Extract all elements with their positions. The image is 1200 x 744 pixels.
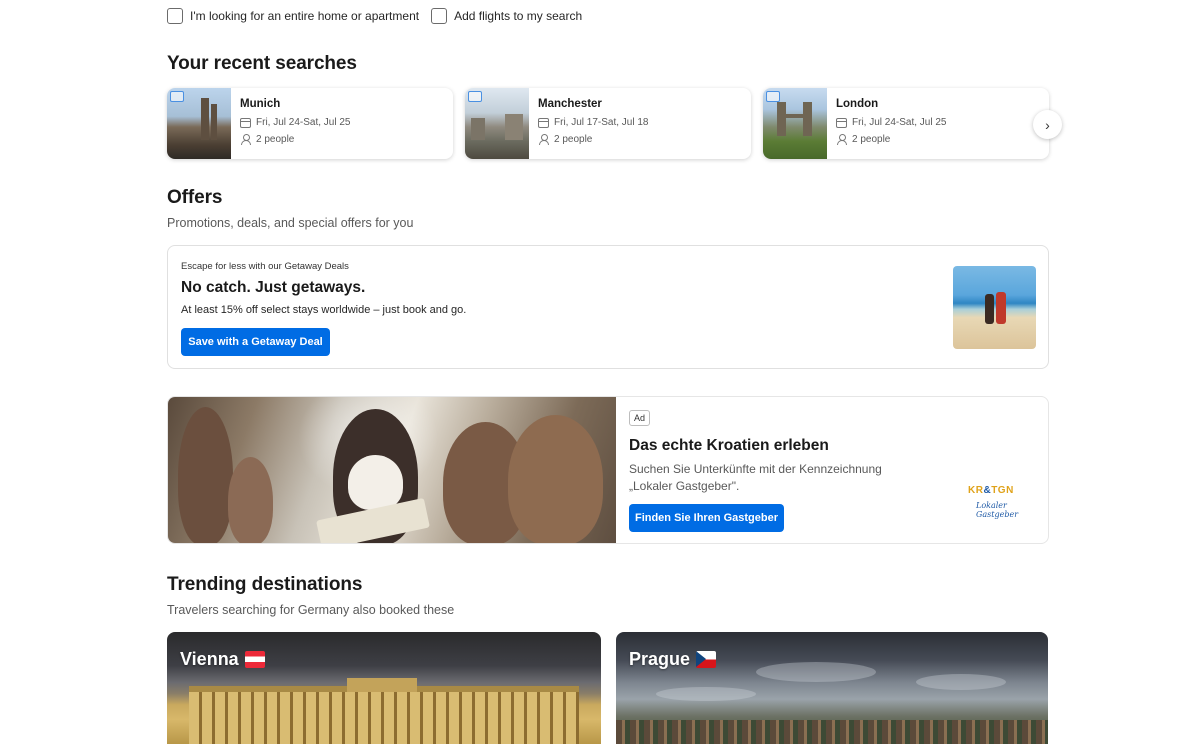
recent-search-people: 2 people xyxy=(554,134,593,145)
trending-card-vienna[interactable]: Vienna xyxy=(167,632,601,744)
croatia-logo: KR&TGN Lokaler Gastgeber xyxy=(968,485,1024,523)
recent-searches-title: Your recent searches xyxy=(167,53,357,74)
recent-search-card[interactable]: Manchester Fri, Jul 17-Sat, Jul 18 2 peo… xyxy=(465,88,751,159)
ad-photo xyxy=(168,397,616,543)
logo-text: KR xyxy=(968,485,984,496)
ad-headline: Das echte Kroatien erleben xyxy=(629,437,829,454)
calendar-icon xyxy=(240,117,251,128)
logo-script: Lokaler Gastgeber xyxy=(976,501,1019,519)
destination-name: Prague xyxy=(629,649,691,669)
getaway-deal-card: Escape for less with our Getaway Deals N… xyxy=(167,245,1049,369)
austria-flag-icon xyxy=(244,651,265,668)
recent-search-dates: Fri, Jul 17-Sat, Jul 18 xyxy=(554,117,649,128)
bed-icon xyxy=(468,91,482,102)
checkbox-box[interactable] xyxy=(431,8,448,24)
recent-search-card[interactable]: Munich Fri, Jul 24-Sat, Jul 25 2 people xyxy=(167,88,453,159)
page: I'm looking for an entire home or apartm… xyxy=(0,0,1200,744)
beach-couple-image xyxy=(953,266,1036,349)
ad-badge: Ad xyxy=(629,410,651,426)
deal-headline: No catch. Just getaways. xyxy=(181,279,366,296)
person-icon xyxy=(538,134,549,145)
logo-text: TGN xyxy=(991,485,1014,496)
checkbox-box[interactable] xyxy=(167,8,183,24)
person-icon xyxy=(836,134,847,145)
recent-search-dates: Fri, Jul 24-Sat, Jul 25 xyxy=(256,117,351,128)
carousel-next-button[interactable]: › xyxy=(1033,110,1062,139)
recent-search-city: Munich xyxy=(240,98,281,110)
entire-home-checkbox[interactable]: I'm looking for an entire home or apartm… xyxy=(167,8,419,24)
ad-description: Suchen Sie Unterkünfte mit der Kennzeich… xyxy=(629,462,882,493)
munich-thumbnail xyxy=(167,88,231,159)
person-icon xyxy=(240,134,251,145)
recent-search-dates: Fri, Jul 24-Sat, Jul 25 xyxy=(852,117,947,128)
manchester-thumbnail xyxy=(465,88,529,159)
calendar-icon xyxy=(538,117,549,128)
add-flights-checkbox[interactable]: Add flights to my search xyxy=(431,8,582,24)
recent-searches-list: Munich Fri, Jul 24-Sat, Jul 25 2 people … xyxy=(167,88,1049,159)
offers-subtitle: Promotions, deals, and special offers fo… xyxy=(167,216,414,230)
trending-title: Trending destinations xyxy=(167,574,363,595)
croatia-ad-card[interactable]: Ad Das echte Kroatien erleben Suchen Sie… xyxy=(167,396,1049,544)
calendar-icon xyxy=(836,117,847,128)
trending-subtitle: Travelers searching for Germany also boo… xyxy=(167,603,455,617)
recent-search-card[interactable]: London Fri, Jul 24-Sat, Jul 25 2 people xyxy=(763,88,1049,159)
recent-search-people: 2 people xyxy=(852,134,891,145)
add-flights-label: Add flights to my search xyxy=(454,9,583,23)
bed-icon xyxy=(766,91,780,102)
bed-icon xyxy=(170,91,184,102)
trending-card-prague[interactable]: Prague xyxy=(616,632,1048,744)
deal-description: At least 15% off select stays worldwide … xyxy=(181,304,467,316)
offers-title: Offers xyxy=(167,187,223,208)
entire-home-label: I'm looking for an entire home or apartm… xyxy=(190,9,420,23)
deal-eyebrow: Escape for less with our Getaway Deals xyxy=(181,261,349,272)
recent-search-city: Manchester xyxy=(538,98,602,110)
search-filters: I'm looking for an entire home or apartm… xyxy=(167,8,582,24)
london-thumbnail xyxy=(763,88,827,159)
czech-flag-icon xyxy=(696,651,717,668)
getaway-deal-button[interactable]: Save with a Getaway Deal xyxy=(181,328,330,356)
chevron-right-icon: › xyxy=(1045,116,1050,133)
find-host-button[interactable]: Finden Sie Ihren Gastgeber xyxy=(629,504,784,532)
recent-search-people: 2 people xyxy=(256,134,295,145)
recent-search-city: London xyxy=(836,98,879,110)
destination-name: Vienna xyxy=(180,649,239,669)
